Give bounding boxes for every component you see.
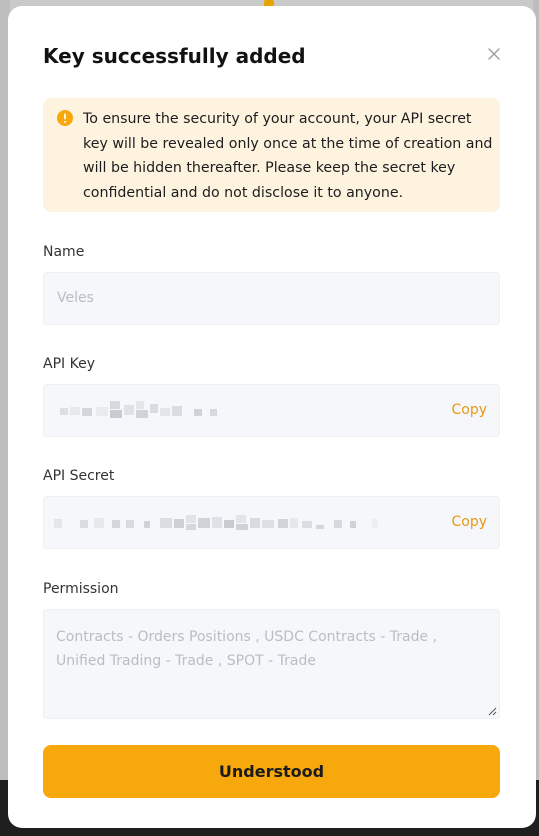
- warning-text: To ensure the security of your account, …: [83, 111, 493, 201]
- api-secret-redacted-value: [54, 515, 378, 530]
- copy-api-key-button[interactable]: Copy: [451, 402, 487, 418]
- security-warning: To ensure the security of your account, …: [43, 98, 500, 212]
- name-label: Name: [43, 244, 85, 260]
- api-key-field[interactable]: Copy: [43, 384, 500, 437]
- close-icon: [488, 48, 500, 60]
- api-secret-field[interactable]: Copy: [43, 496, 500, 549]
- modal-title: Key successfully added: [43, 44, 306, 68]
- name-value: Veles: [57, 290, 94, 306]
- copy-api-secret-button[interactable]: Copy: [451, 514, 487, 530]
- api-key-redacted-value: [60, 401, 217, 418]
- name-field[interactable]: Veles: [43, 272, 500, 325]
- resize-handle-icon[interactable]: [487, 706, 497, 716]
- permission-label: Permission: [43, 581, 119, 597]
- warning-circle-icon: [57, 110, 73, 126]
- api-key-label: API Key: [43, 356, 95, 372]
- permission-value: Contracts - Orders Positions , USDC Cont…: [56, 629, 437, 669]
- api-secret-label: API Secret: [43, 468, 115, 484]
- understood-button[interactable]: Understood: [43, 745, 500, 798]
- key-added-modal: Key successfully added To ensure the sec…: [8, 6, 536, 828]
- permission-textarea[interactable]: Contracts - Orders Positions , USDC Cont…: [43, 609, 500, 719]
- close-button[interactable]: [484, 44, 504, 64]
